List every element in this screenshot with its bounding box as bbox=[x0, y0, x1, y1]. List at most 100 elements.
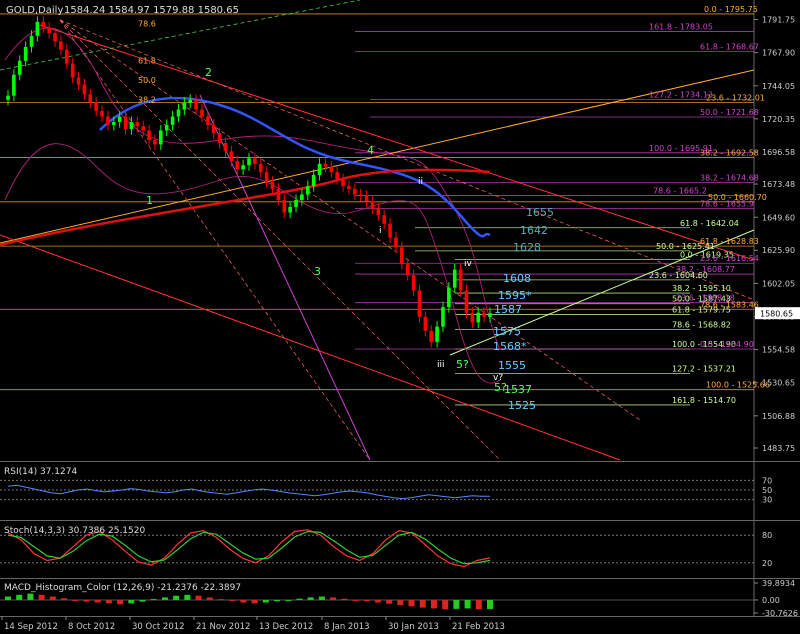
fib-level-label: 23.6 - 1616.54 bbox=[700, 254, 759, 263]
fib-level-label: 50.0 - 1721.68 bbox=[700, 108, 759, 117]
candle-body bbox=[423, 316, 428, 331]
candle-body bbox=[264, 172, 269, 182]
candle-body bbox=[435, 326, 439, 342]
macd-label: MACD_Histogram_Color (12,26,9) -21.2376 … bbox=[4, 583, 241, 593]
candle-body bbox=[447, 287, 451, 308]
candle-body bbox=[294, 200, 298, 207]
price-level-label: 1587 bbox=[494, 303, 522, 316]
macd-histogram-bar bbox=[49, 596, 56, 600]
macd-histogram-bar bbox=[72, 599, 79, 601]
macd-histogram-bar bbox=[117, 599, 124, 605]
price-level-label: 1575 bbox=[493, 325, 521, 338]
macd-histogram-bar bbox=[487, 599, 493, 609]
macd-histogram-bar bbox=[386, 599, 393, 604]
candle-body bbox=[35, 21, 40, 36]
retracement-label: 38.2 bbox=[138, 96, 156, 105]
macd-histogram-bar bbox=[217, 599, 224, 601]
wave-label: 2 bbox=[205, 66, 212, 79]
main-panel[interactable] bbox=[0, 0, 754, 460]
stoch-label: Stoch(14,3,3) 30.7386 25.1520 bbox=[4, 526, 145, 536]
fib-level-label: 61.8 - 1642.04 bbox=[680, 219, 739, 228]
candle-body bbox=[394, 237, 398, 248]
macd-axis-label: -30.7626 bbox=[762, 609, 798, 618]
macd-histogram-bar bbox=[464, 599, 471, 609]
macd-histogram-bar bbox=[419, 599, 426, 608]
last-price-label: 1580.65 bbox=[760, 310, 793, 319]
candle-body bbox=[88, 94, 93, 103]
candle-body bbox=[159, 130, 163, 145]
rsi-axis-label: 70 bbox=[762, 476, 772, 485]
macd-histogram-bar bbox=[285, 599, 292, 601]
candle-body bbox=[258, 163, 263, 173]
fib-level-label: 38.2 - 1674.68 bbox=[700, 173, 759, 182]
macd-histogram-bar bbox=[430, 599, 437, 609]
fib-level-label: 23.6 - 1604.60 bbox=[649, 271, 708, 280]
candle-body bbox=[223, 142, 228, 152]
fib-level-label: 23.6 - 1732.01 bbox=[706, 94, 765, 103]
fib-level-label: 0.0 - 1554.90 bbox=[700, 340, 754, 349]
ohlc-readout: 1584.24 1584.97 1579.88 1580.65 bbox=[64, 5, 239, 16]
candle-body bbox=[129, 122, 134, 130]
candle-body bbox=[282, 200, 287, 213]
candle-body bbox=[429, 330, 434, 342]
fib-level-label: 61.8 - 1579.75 bbox=[672, 305, 731, 314]
wave-subdivision-label: iv bbox=[464, 259, 473, 269]
fib-level-label: 0.0 - 1795.75 bbox=[704, 5, 758, 14]
candle-body bbox=[382, 215, 386, 224]
candle-body bbox=[305, 186, 310, 195]
macd-histogram-bar bbox=[5, 596, 11, 600]
candle-body bbox=[311, 174, 316, 187]
candle-body bbox=[341, 179, 345, 187]
macd-histogram-bar bbox=[374, 599, 381, 603]
candle-body bbox=[17, 60, 22, 75]
macd-histogram-bar bbox=[475, 599, 482, 610]
candle-body bbox=[82, 84, 87, 95]
candle-body bbox=[70, 63, 75, 78]
fib-level-label: 127.2 - 1734.13 bbox=[649, 91, 713, 100]
fib-level-label: 78.6 - 1665.2 bbox=[653, 187, 707, 196]
fib-level-label: 161.8 - 1783.05 bbox=[649, 23, 713, 32]
macd-histogram-bar bbox=[195, 595, 202, 600]
rsi-axis-label: 30 bbox=[762, 496, 772, 505]
candle-body bbox=[329, 166, 334, 173]
price-axis-label: 1720.35 bbox=[762, 115, 795, 124]
date-axis-label: 14 Sep 2012 bbox=[4, 622, 58, 632]
chart-title: GOLD,Daily bbox=[6, 5, 63, 16]
candle-body bbox=[64, 49, 69, 64]
price-axis-label: 1673.48 bbox=[762, 180, 795, 189]
candle-body bbox=[23, 46, 28, 61]
candle-body bbox=[364, 195, 369, 202]
date-axis: 14 Sep 2012 8 Oct 2012 30 Oct 2012 21 Nov 2… bbox=[1, 616, 505, 632]
macd-histogram-bar bbox=[262, 599, 269, 603]
fib-level-label: 61.8 - 1768.67 bbox=[700, 43, 759, 52]
stoch-axis-label: 80 bbox=[762, 531, 772, 540]
candle-body bbox=[123, 116, 128, 130]
candle-body bbox=[41, 21, 46, 28]
wave-subdivision-label: ii bbox=[418, 177, 423, 187]
price-axis-label: 1649.60 bbox=[762, 213, 795, 222]
macd-histogram-bar bbox=[16, 594, 23, 600]
wave-label: 3 bbox=[314, 265, 321, 278]
candle-body bbox=[194, 99, 198, 110]
macd-histogram-bar bbox=[94, 599, 101, 603]
fib-level-label: 78.6 - 1568.82 bbox=[672, 321, 731, 330]
fib-level-label: 78.6 - 1655.9 bbox=[700, 199, 754, 208]
candle-body bbox=[376, 208, 381, 216]
candle-body bbox=[229, 151, 234, 162]
fib-level-label: 100.0 - 1525.66 bbox=[706, 381, 770, 390]
price-level-label: 1655 bbox=[526, 206, 554, 219]
candle-body bbox=[188, 99, 193, 103]
price-level-label: 1525 bbox=[508, 399, 536, 412]
candle-body bbox=[400, 247, 404, 264]
macd-histogram-bar bbox=[318, 596, 325, 600]
date-axis-label: 21 Feb 2013 bbox=[452, 622, 505, 632]
candle-body bbox=[170, 116, 175, 125]
candle-body bbox=[217, 133, 222, 143]
candle-body bbox=[12, 74, 16, 96]
date-axis-label: 8 Jan 2013 bbox=[324, 622, 370, 632]
candle-body bbox=[241, 165, 245, 170]
price-level-label: 1608 bbox=[503, 272, 531, 285]
candle-body bbox=[441, 307, 445, 327]
price-axis-label: 1744.05 bbox=[762, 82, 795, 91]
candle-body bbox=[141, 126, 145, 131]
